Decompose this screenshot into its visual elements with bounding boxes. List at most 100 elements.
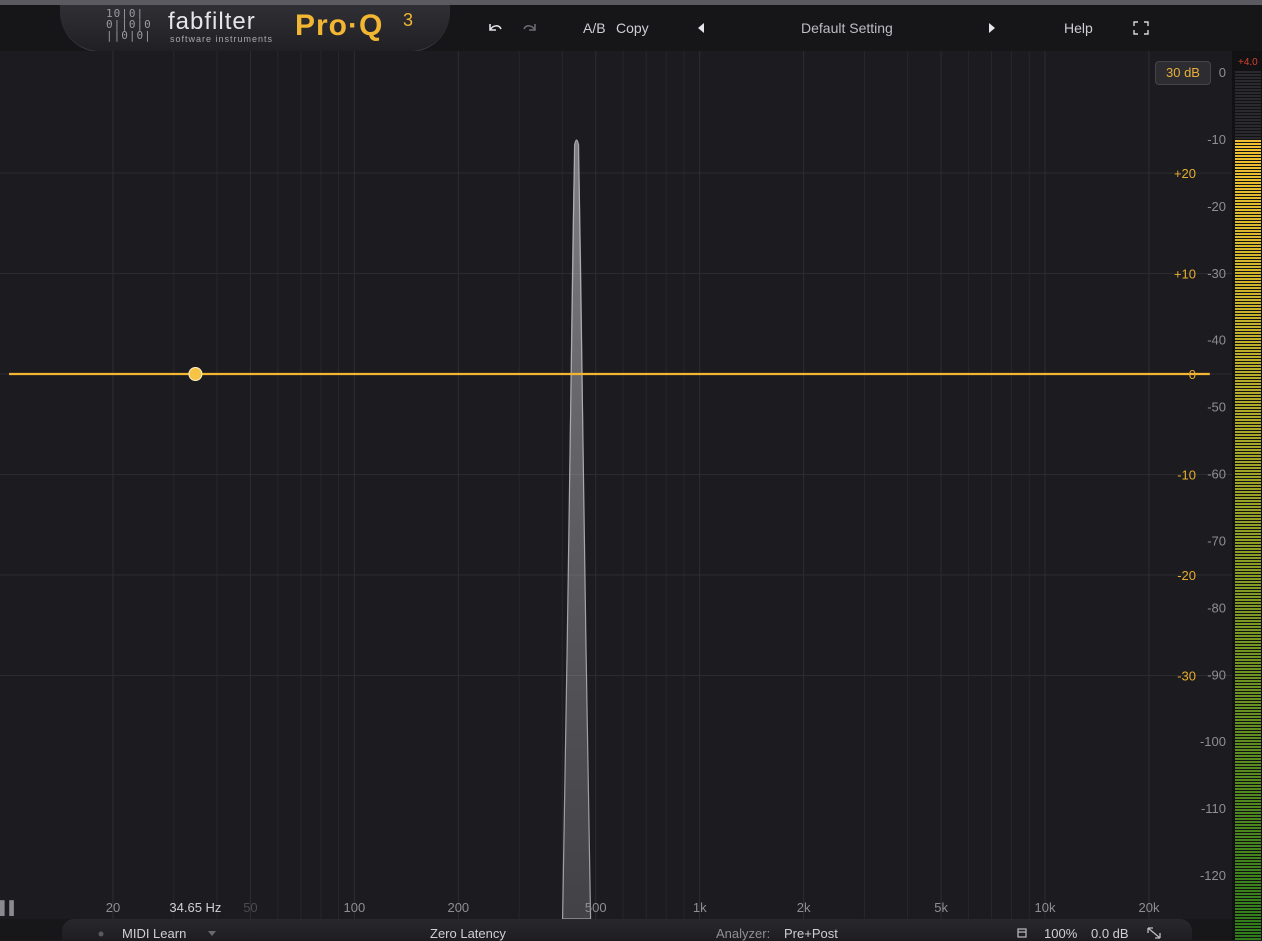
phase-invert-icon[interactable]	[1016, 927, 1028, 939]
redo-icon[interactable]	[521, 20, 539, 36]
meter-segment	[1235, 188, 1261, 190]
meter-segment	[1235, 107, 1261, 109]
meter-segment	[1235, 140, 1261, 142]
eq-gain-tick-label: -20	[1177, 568, 1196, 583]
triangle-left-icon[interactable]	[696, 22, 706, 34]
midi-learn-dropdown-icon[interactable]	[207, 930, 217, 938]
meter-segment	[1235, 764, 1261, 766]
brand-name: fabfilter	[168, 8, 256, 35]
meter-segment	[1235, 305, 1261, 307]
analyzer-mode-button[interactable]: Pre+Post	[784, 926, 838, 941]
meter-segment	[1235, 929, 1261, 931]
meter-segment	[1235, 236, 1261, 238]
meter-segment	[1235, 353, 1261, 355]
meter-segment	[1235, 725, 1261, 727]
meter-segment	[1235, 881, 1261, 883]
meter-segment	[1235, 377, 1261, 379]
meter-segment	[1235, 158, 1261, 160]
meter-segment	[1235, 311, 1261, 313]
meter-segment	[1235, 824, 1261, 826]
meter-segment	[1235, 752, 1261, 754]
meter-segment	[1235, 254, 1261, 256]
triangle-right-icon[interactable]	[987, 22, 997, 34]
eq-gain-tick-label: -10	[1177, 468, 1196, 483]
meter-segment	[1235, 464, 1261, 466]
meter-segment	[1235, 212, 1261, 214]
resize-icon[interactable]	[1146, 926, 1162, 940]
output-gain-value[interactable]: 0.0 dB	[1091, 926, 1129, 941]
meter-segment	[1235, 662, 1261, 664]
meter-segment	[1235, 755, 1261, 757]
meter-segment	[1235, 356, 1261, 358]
frequency-tick-label: 10k	[1035, 900, 1056, 915]
meter-segment	[1235, 746, 1261, 748]
meter-segment	[1235, 161, 1261, 163]
meter-segment	[1235, 425, 1261, 427]
ab-toggle-button[interactable]: A/B	[583, 20, 606, 36]
fabfilter-logo-icon: 10|0| 0||0|0 ||0|0|	[106, 7, 152, 42]
meter-segment	[1235, 314, 1261, 316]
help-button[interactable]: Help	[1064, 20, 1093, 36]
meter-segment	[1235, 524, 1261, 526]
meter-segment	[1235, 650, 1261, 652]
meter-segment	[1235, 608, 1261, 610]
frequency-tick-label: 2k	[797, 900, 811, 915]
meter-segment	[1235, 620, 1261, 622]
meter-segment	[1235, 512, 1261, 514]
preset-name[interactable]: Default Setting	[801, 20, 893, 36]
meter-segment	[1235, 542, 1261, 544]
meter-segment	[1235, 665, 1261, 667]
meter-segment	[1235, 614, 1261, 616]
meter-segment	[1235, 743, 1261, 745]
meter-segment	[1235, 347, 1261, 349]
meter-segment	[1235, 287, 1261, 289]
meter-segment	[1235, 344, 1261, 346]
meter-segment	[1235, 365, 1261, 367]
meter-segment	[1235, 581, 1261, 583]
zoom-value[interactable]: 100%	[1044, 926, 1077, 941]
meter-segment	[1235, 560, 1261, 562]
meter-segment	[1235, 599, 1261, 601]
meter-segment	[1235, 89, 1261, 91]
latency-mode-button[interactable]: Zero Latency	[430, 926, 506, 941]
display-range-button[interactable]: 30 dB	[1155, 61, 1211, 85]
eq-display-background	[0, 51, 1232, 919]
meter-segment	[1235, 659, 1261, 661]
meter-segment	[1235, 398, 1261, 400]
meter-segment	[1235, 470, 1261, 472]
meter-segment	[1235, 332, 1261, 334]
meter-segment	[1235, 323, 1261, 325]
meter-segment	[1235, 740, 1261, 742]
meter-segment	[1235, 812, 1261, 814]
piano-display-icon[interactable]: ▌▌	[0, 900, 18, 916]
copy-button[interactable]: Copy	[616, 20, 649, 36]
undo-icon[interactable]	[486, 20, 504, 36]
meter-segment	[1235, 671, 1261, 673]
meter-segment	[1235, 485, 1261, 487]
eq-display[interactable]: 20 50 100 200 500 1k 2k 5k 10k 20k 34.65 Hz +20 +10…	[0, 51, 1232, 919]
meter-segment	[1235, 863, 1261, 865]
meter-segment	[1235, 548, 1261, 550]
meter-segment	[1235, 248, 1261, 250]
midi-learn-button[interactable]: MIDI Learn	[122, 926, 186, 941]
meter-segment	[1235, 218, 1261, 220]
meter-segment	[1235, 656, 1261, 658]
meter-segment	[1235, 341, 1261, 343]
product-version: 3	[403, 10, 414, 30]
meter-segment	[1235, 728, 1261, 730]
eq-band-node[interactable]	[188, 367, 203, 381]
meter-segment	[1235, 926, 1261, 928]
analyzer-tick-label: -100	[1200, 734, 1226, 749]
meter-segment	[1235, 716, 1261, 718]
meter-segment	[1235, 722, 1261, 724]
meter-segment	[1235, 686, 1261, 688]
meter-segment	[1235, 458, 1261, 460]
meter-segment	[1235, 230, 1261, 232]
band-nodes[interactable]	[188, 367, 203, 381]
meter-segment	[1235, 74, 1261, 76]
analyzer-tick-label: -30	[1207, 266, 1226, 281]
output-level-meter: +4.0	[1232, 51, 1262, 940]
frequency-tick-label: 50	[243, 900, 257, 915]
fullscreen-icon[interactable]	[1133, 21, 1149, 35]
meter-segment	[1235, 785, 1261, 787]
